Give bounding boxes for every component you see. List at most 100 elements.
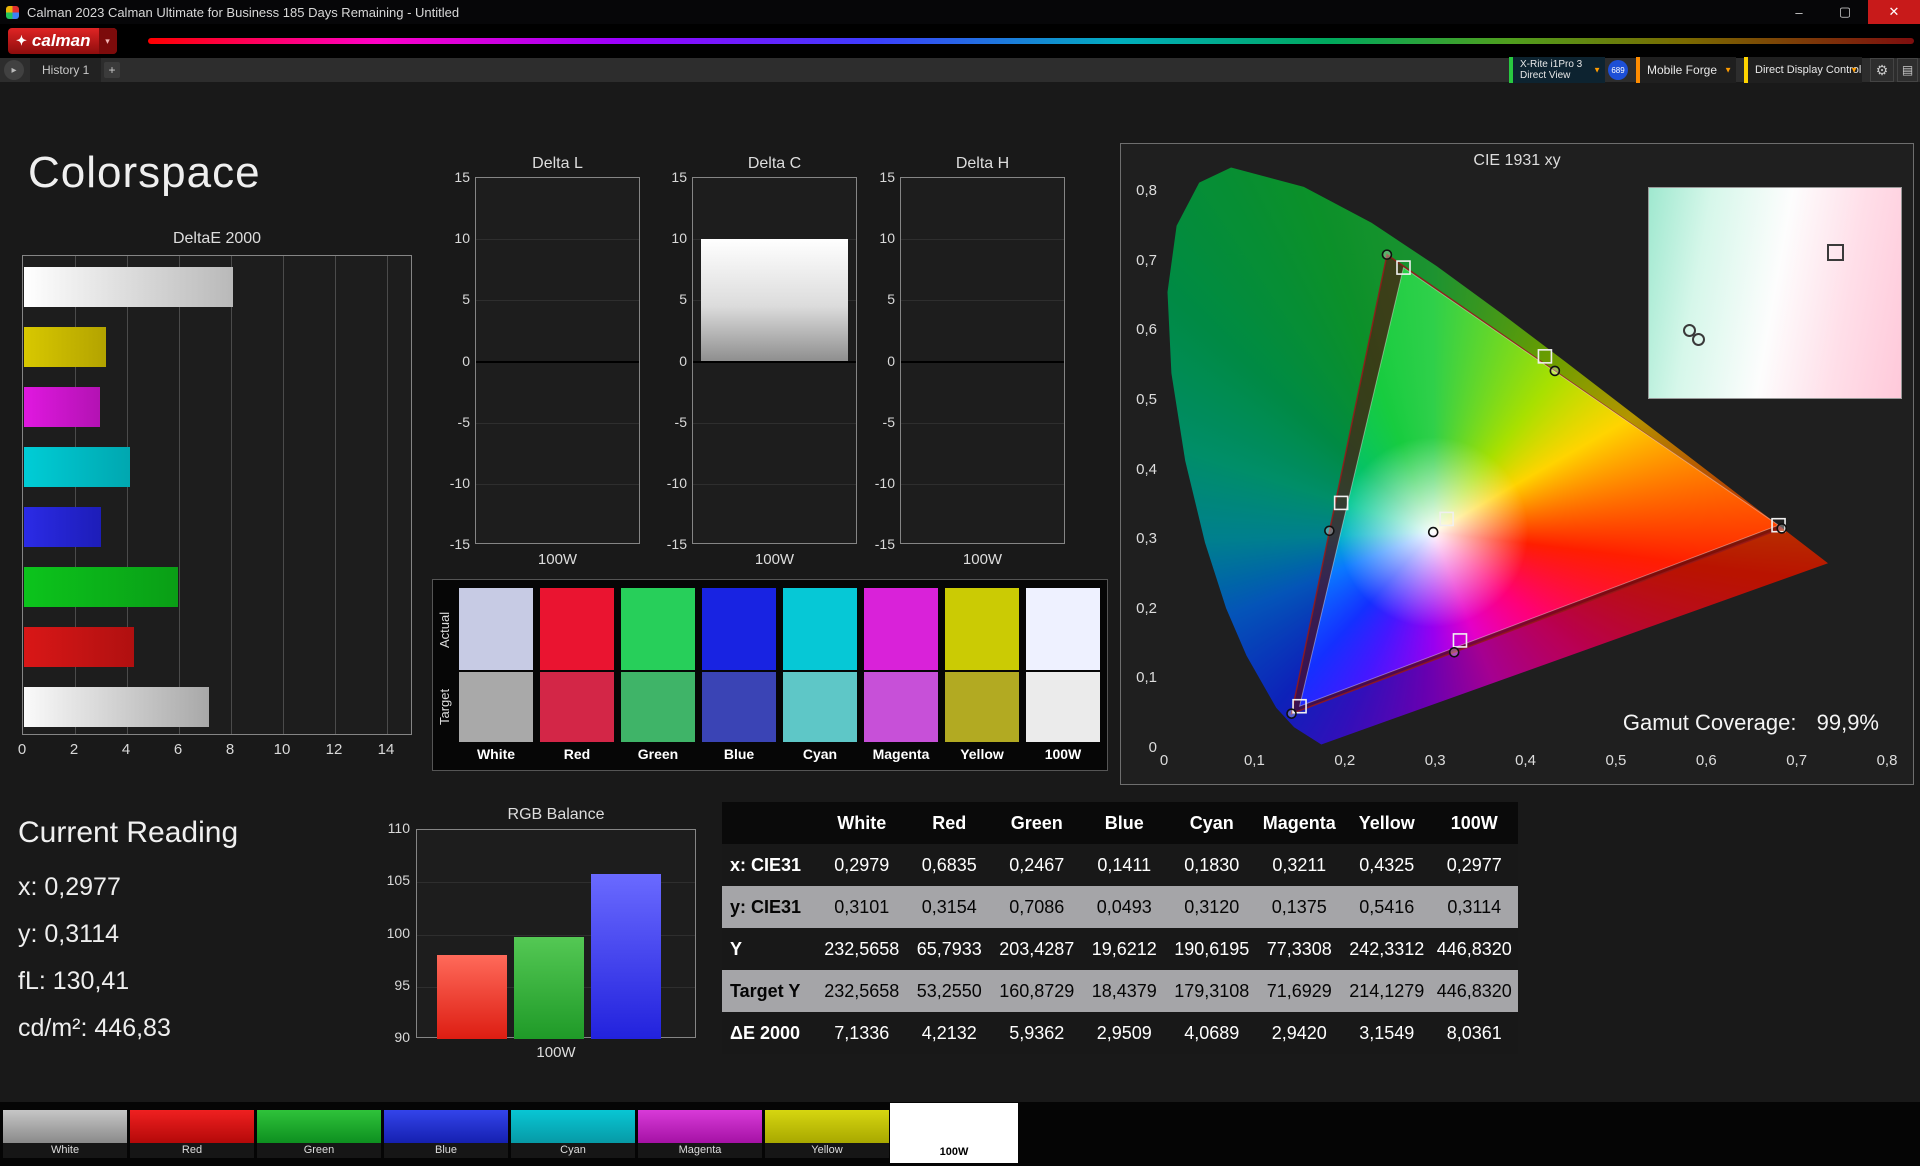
deltae-bar-green (24, 567, 179, 607)
logo-bar: ✦ calman ▾ (0, 24, 1920, 58)
close-button[interactable]: ✕ (1868, 0, 1920, 24)
axis-tick-label: -5 (674, 413, 687, 430)
pattern-button-cyan[interactable]: Cyan (511, 1110, 635, 1158)
calman-app-window: Calman 2023 Calman Ultimate for Business… (0, 0, 1920, 1166)
gamut-coverage: Gamut Coverage: 99,9% (1581, 710, 1879, 736)
pattern-button-red[interactable]: Red (130, 1110, 254, 1158)
cell-value: 232,5658 (824, 980, 900, 1001)
add-tab-button[interactable]: + (104, 62, 120, 78)
cell-value: 0,4325 (1359, 854, 1415, 875)
gridline (476, 239, 639, 241)
axis-tick-label: -5 (457, 413, 470, 430)
calman-logo-menu[interactable]: ✦ calman ▾ (8, 28, 117, 54)
cell-value: 5,9362 (1009, 1022, 1065, 1043)
chart-title: Delta C (747, 155, 802, 172)
deltae-bar-blue (24, 507, 101, 547)
row-label: Target Y (730, 980, 801, 1001)
pattern-button-yellow[interactable]: Yellow (765, 1110, 889, 1158)
display-control-dropdown[interactable]: Direct Display Control ▼ (1744, 57, 1862, 83)
chevron-down-icon[interactable]: ▾ (98, 28, 117, 54)
axis-tick-label: 2 (69, 741, 79, 758)
tab-bar: ▸ History 1 + (0, 58, 1920, 82)
column-header: Blue (1104, 812, 1144, 833)
gridline (901, 300, 1064, 302)
pattern-swatch (765, 1110, 889, 1143)
swatch-label: White (476, 746, 516, 762)
gridline (387, 256, 388, 734)
display-control-label: Direct Display Control (1755, 64, 1862, 76)
cell-value: 2,9509 (1096, 1022, 1152, 1043)
axis-tick-label: 10 (671, 230, 687, 247)
swatch-label: 100W (1044, 746, 1082, 762)
column-header: Red (932, 812, 967, 833)
axis-tick-label: 0,3 (1136, 530, 1157, 548)
cell-value: 0,3114 (1447, 896, 1502, 917)
swatch-column-white: White (459, 580, 533, 770)
gridline (179, 256, 180, 734)
cell-value: 0,1375 (1271, 896, 1327, 917)
actual-swatch (540, 588, 614, 670)
pattern-button-white[interactable]: White (3, 1110, 127, 1158)
minimize-button[interactable]: – (1776, 0, 1822, 24)
column-header: Cyan (1189, 812, 1234, 833)
axis-tick-label: 0,4 (1136, 460, 1157, 478)
axis-tick-label: 5 (679, 291, 687, 308)
calman-star-icon: ✦ (16, 33, 27, 48)
maximize-button[interactable]: ▢ (1822, 0, 1868, 24)
rgb-balance-title: RGB Balance (507, 806, 605, 823)
chevron-down-icon: ▼ (1850, 65, 1858, 75)
swatch-label: Blue (723, 746, 755, 762)
chevron-down-icon: ▼ (1724, 65, 1732, 75)
pattern-button-green[interactable]: Green (257, 1110, 381, 1158)
axis-tick-label: -10 (449, 474, 470, 491)
pattern-button-magenta[interactable]: Magenta (638, 1110, 762, 1158)
cell-value: 0,2467 (1009, 854, 1065, 875)
axis-tick-label: 0,1 (1136, 669, 1157, 687)
title-bar: Calman 2023 Calman Ultimate for Business… (0, 0, 1920, 24)
deltae-bar-red (24, 627, 134, 667)
table-row-y: Y 232,5658 65,7933 203,4287 19,6212 190,6195 7… (722, 928, 1518, 970)
pattern-button-100w[interactable]: 100W (892, 1105, 1016, 1161)
meter-select-dropdown[interactable]: X-Rite i1Pro 3 Direct View ▼ (1509, 57, 1605, 83)
axis-tick-label: 0 (462, 352, 470, 369)
zero-line (476, 360, 639, 363)
gridline (335, 256, 336, 734)
delta-l-chart: Delta L 15 10 5 0 -5 -10 -15 100W (439, 155, 644, 575)
cell-value: 0,5416 (1359, 896, 1415, 917)
pattern-swatch (130, 1110, 254, 1143)
actual-swatch (864, 588, 938, 670)
axis-tick-label: 0,8 (1136, 182, 1157, 199)
pattern-button-blue[interactable]: Blue (384, 1110, 508, 1158)
target-swatch (540, 672, 614, 742)
delta-bar (701, 239, 848, 362)
history-panel-toggle[interactable]: ▸ (4, 60, 24, 80)
pattern-swatch (511, 1110, 635, 1143)
axis-tick-label: 8 (225, 741, 235, 758)
target-swatch (702, 672, 776, 742)
axis-tick-label: 0,4 (1515, 752, 1536, 769)
gear-icon[interactable]: ⚙ (1870, 58, 1894, 82)
gridline (476, 483, 639, 485)
pattern-source-label: Mobile Forge (1647, 63, 1718, 77)
menu-icon[interactable]: ▤ (1897, 58, 1918, 82)
rainbow-divider (148, 38, 1914, 44)
pattern-source-dropdown[interactable]: Mobile Forge ▼ (1636, 57, 1736, 83)
axis-tick-label: 0,6 (1136, 321, 1157, 339)
delta-h-chart: Delta H 15 10 5 0 -5 -10 -15 100W (864, 155, 1069, 575)
inset-measured-circle (1692, 333, 1705, 346)
axis-tick-label: 5 (462, 291, 470, 308)
pattern-swatch (3, 1110, 127, 1143)
actual-swatch (1026, 588, 1100, 670)
axis-tick-label: 0,2 (1136, 599, 1157, 617)
table-header-row: White Red Green Blue Cyan Magenta Yellow 100W (722, 802, 1518, 844)
target-row-label: Target (437, 688, 452, 726)
axis-tick-label: 15 (671, 169, 687, 185)
rgb-bar-green (514, 936, 584, 1039)
cell-value: 214,1279 (1349, 980, 1425, 1001)
gridline (231, 256, 232, 734)
tab-history-1[interactable]: History 1 (30, 58, 102, 82)
inset-target-square (1827, 244, 1844, 261)
deltae-bar-white (24, 687, 210, 727)
rgb-balance-plot (416, 829, 696, 1039)
target-swatch (1026, 672, 1100, 742)
